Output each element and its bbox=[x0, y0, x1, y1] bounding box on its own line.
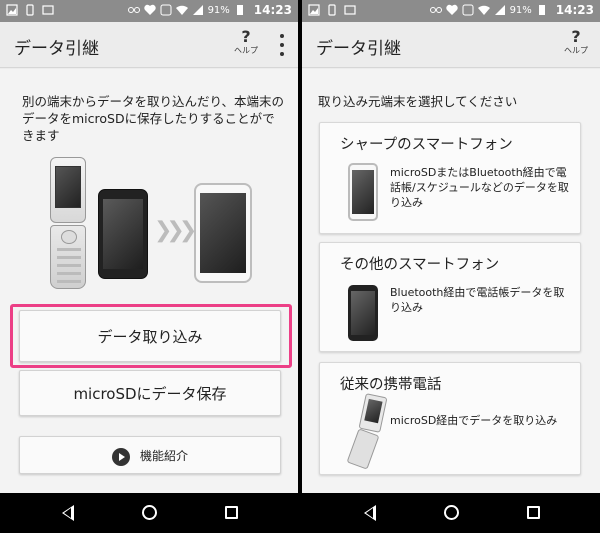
card-title: 従来の携帯電話 bbox=[340, 377, 442, 393]
status-bar: 91% 14:23 bbox=[302, 0, 600, 22]
clock: 14:23 bbox=[555, 3, 594, 17]
app-bar: データ引継 ? ヘルプ bbox=[0, 22, 298, 68]
help-icon: ? bbox=[571, 27, 581, 46]
battery-percent: 91% bbox=[509, 4, 532, 16]
card-title: シャープのスマートフォン bbox=[340, 137, 513, 153]
status-bar: 91% 14:23 bbox=[0, 0, 298, 22]
screen-right: 91% 14:23 データ引継 ? ヘルプ 取り込み元端末を選択してください シ… bbox=[302, 0, 600, 533]
import-data-button[interactable]: データ取り込み bbox=[19, 310, 281, 362]
nfc-icon bbox=[160, 4, 172, 16]
save-to-microsd-button[interactable]: microSDにデータ保存 bbox=[19, 370, 281, 416]
clock: 14:23 bbox=[253, 3, 292, 17]
battery-icon bbox=[538, 5, 545, 15]
transfer-illustration: ❯❯❯ bbox=[50, 157, 260, 297]
main-content: 取り込み元端末を選択してください シャープのスマートフォン microSDまたは… bbox=[302, 69, 600, 493]
black-smartphone-icon bbox=[348, 285, 378, 341]
source-card-feature-phone[interactable]: 従来の携帯電話 microSD経由でデータを取り込み bbox=[319, 362, 581, 475]
help-label: ヘルプ bbox=[234, 46, 258, 55]
feature-intro-button[interactable]: 機能紹介 bbox=[19, 436, 281, 474]
feature-intro-label: 機能紹介 bbox=[139, 449, 188, 463]
wallpaper-icon bbox=[42, 5, 54, 15]
voicemail-icon bbox=[127, 7, 140, 13]
voicemail-icon bbox=[429, 7, 442, 13]
white-smartphone-icon bbox=[348, 163, 378, 221]
main-content: 別の端末からデータを取り込んだり、本端末のデータをmicroSDに保存したりする… bbox=[0, 69, 298, 493]
card-description: Bluetooth経由で電話帳データを取り込み bbox=[390, 286, 565, 314]
navigation-bar bbox=[302, 493, 600, 533]
nfc-icon bbox=[462, 4, 474, 16]
target-phone-icon bbox=[194, 183, 252, 283]
wifi-icon bbox=[175, 5, 188, 15]
wallpaper-icon bbox=[344, 5, 356, 15]
page-title: データ引継 bbox=[316, 39, 401, 59]
source-card-other-smartphone[interactable]: その他のスマートフォン Bluetooth経由で電話帳データを取り込み bbox=[319, 242, 581, 352]
play-icon bbox=[111, 447, 130, 466]
vibrate-icon bbox=[328, 4, 336, 16]
back-icon[interactable] bbox=[364, 505, 376, 521]
heart-icon bbox=[445, 4, 458, 15]
recent-apps-icon[interactable] bbox=[527, 506, 540, 519]
heart-icon bbox=[143, 4, 156, 15]
page-title: データ引継 bbox=[14, 39, 99, 59]
source-card-sharp[interactable]: シャープのスマートフォン microSDまたはBluetooth経由で電話帳/ス… bbox=[319, 122, 581, 234]
help-label: ヘルプ bbox=[564, 46, 588, 55]
help-icon: ? bbox=[241, 27, 251, 46]
card-description: microSDまたはBluetooth経由で電話帳/スケジュールなどのデータを取… bbox=[390, 166, 569, 209]
flip-phone-icon bbox=[346, 393, 390, 470]
flip-phone-icon bbox=[50, 157, 90, 289]
home-icon[interactable] bbox=[444, 505, 459, 520]
home-icon[interactable] bbox=[142, 505, 157, 520]
smartphone-icon bbox=[98, 189, 148, 279]
recent-apps-icon[interactable] bbox=[225, 506, 238, 519]
help-button[interactable]: ? ヘルプ bbox=[560, 28, 592, 64]
image-notification-icon bbox=[6, 4, 18, 16]
battery-icon bbox=[236, 5, 243, 15]
chevrons-right-icon: ❯❯❯ bbox=[154, 218, 197, 243]
signal-icon bbox=[192, 5, 203, 15]
image-notification-icon bbox=[308, 4, 320, 16]
select-source-prompt: 取り込み元端末を選択してください bbox=[318, 94, 518, 109]
signal-icon bbox=[494, 5, 505, 15]
card-title: その他のスマートフォン bbox=[340, 257, 500, 273]
navigation-bar bbox=[0, 493, 298, 533]
screen-left: 91% 14:23 データ引継 ? ヘルプ 別の端末からデータを取り込んだり、本… bbox=[0, 0, 298, 533]
card-description: microSD経由でデータを取り込み bbox=[390, 414, 558, 427]
app-bar: データ引継 ? ヘルプ bbox=[302, 22, 600, 68]
help-button[interactable]: ? ヘルプ bbox=[230, 28, 262, 64]
battery-percent: 91% bbox=[207, 4, 230, 16]
description-text: 別の端末からデータを取り込んだり、本端末のデータをmicroSDに保存したりする… bbox=[22, 94, 285, 143]
vibrate-icon bbox=[26, 4, 34, 16]
more-options-icon[interactable] bbox=[274, 32, 290, 58]
back-icon[interactable] bbox=[62, 505, 74, 521]
wifi-icon bbox=[477, 5, 490, 15]
